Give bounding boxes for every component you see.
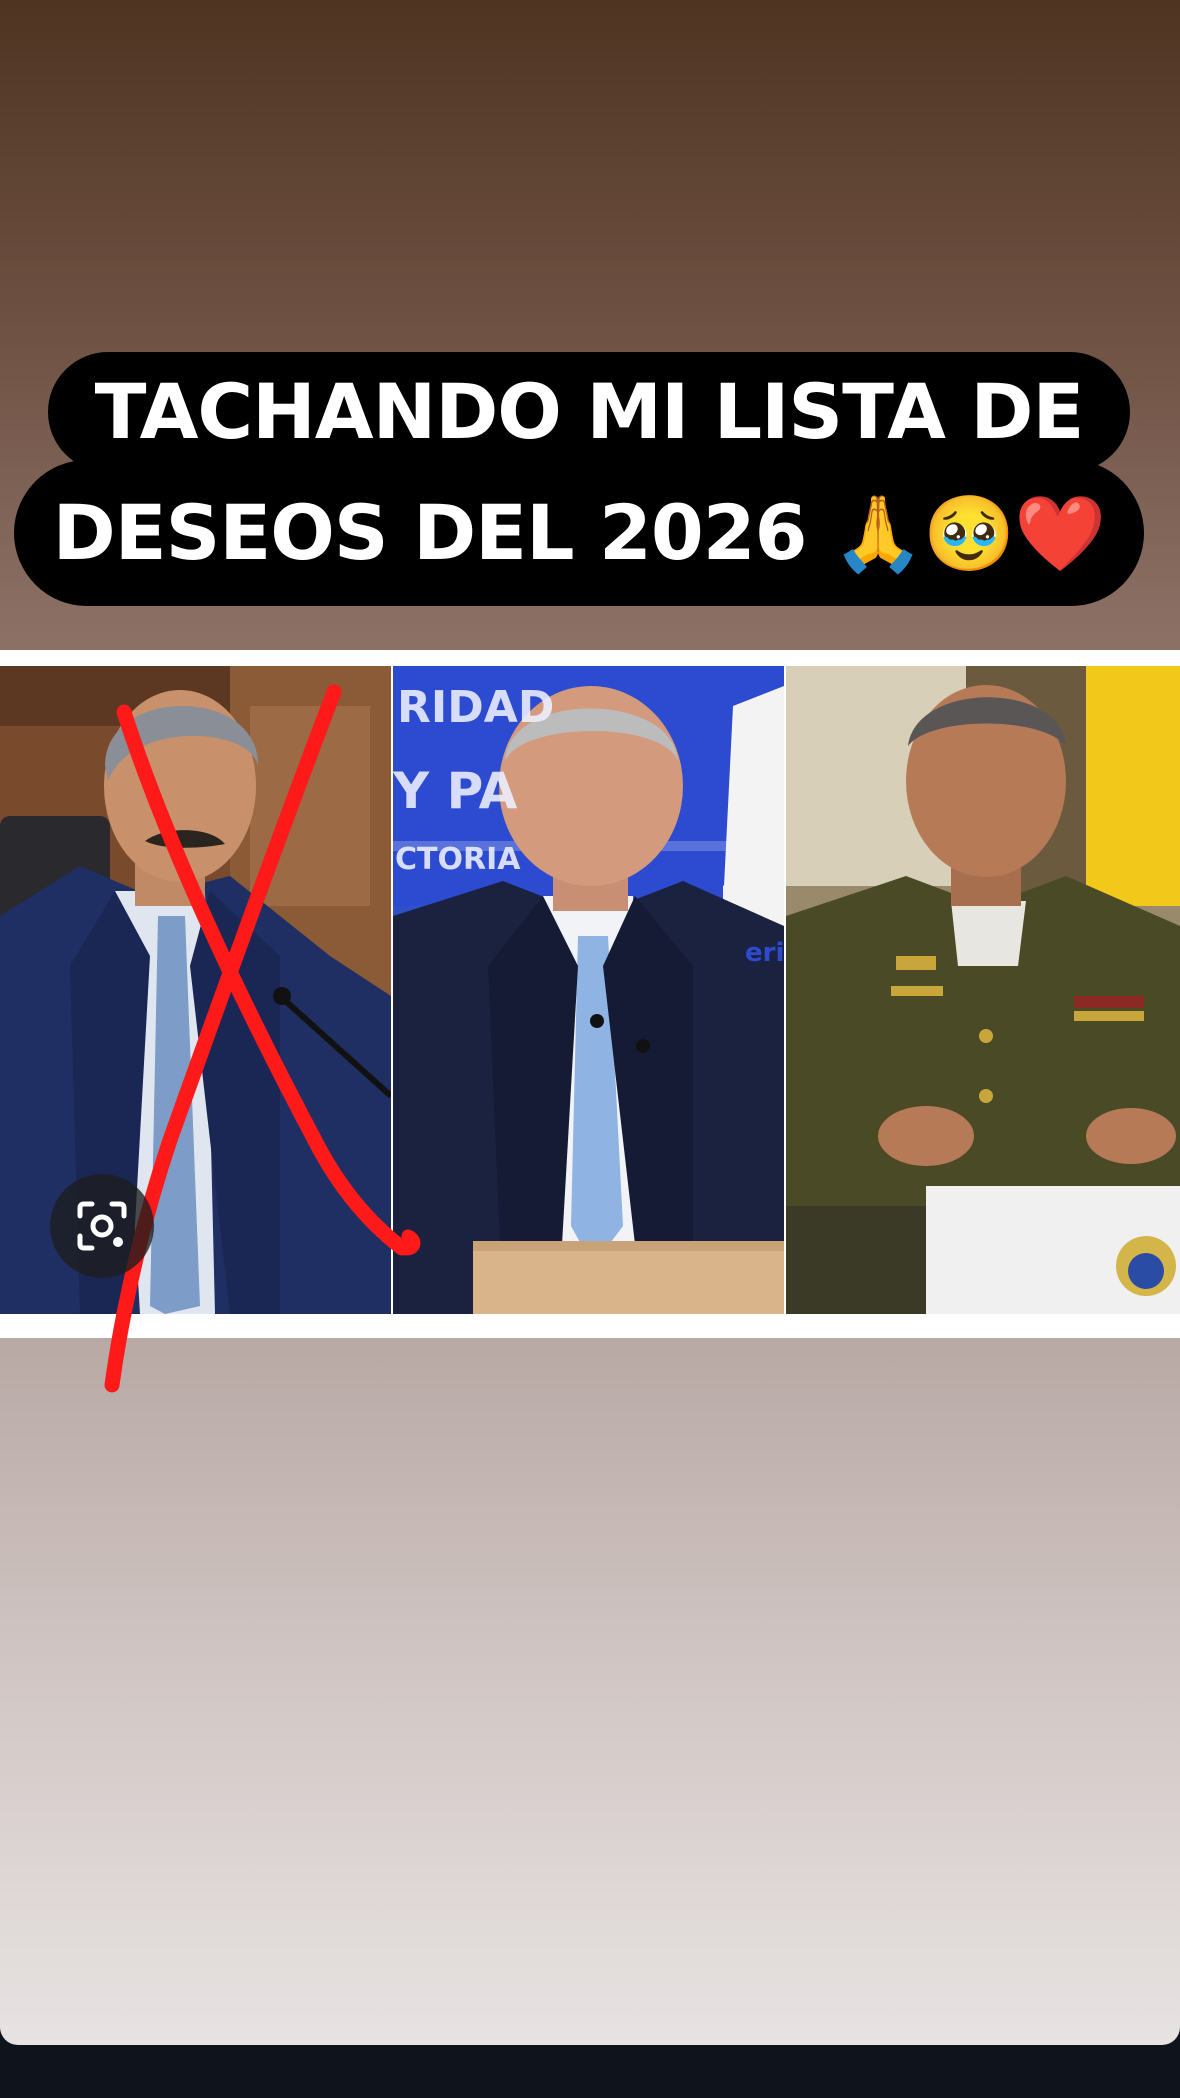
lens-camera-icon bbox=[77, 1201, 127, 1251]
story-canvas: TACHANDO MI LISTA DE DESEOS DEL 2026 🙏🥹❤… bbox=[0, 0, 1180, 2045]
photo-collage: RIDAD Y PA CTORIA eri bbox=[0, 650, 1180, 1338]
caption-line-1: TACHANDO MI LISTA DE bbox=[48, 352, 1130, 472]
bottom-navigation-bar bbox=[0, 2045, 1180, 2098]
photo-panel-2: RIDAD Y PA CTORIA eri bbox=[393, 666, 784, 1314]
caption-line-1-text: TACHANDO MI LISTA DE bbox=[94, 367, 1085, 456]
background-text-3: CTORIA bbox=[395, 842, 521, 877]
background-text-1: RIDAD bbox=[397, 682, 555, 733]
photo-panel-3 bbox=[786, 666, 1180, 1314]
caption-line-2-text: DESEOS DEL 2026 bbox=[52, 488, 832, 577]
caption-emojis: 🙏🥹❤️ bbox=[831, 491, 1106, 577]
background-text-2: Y PA bbox=[393, 762, 518, 820]
background-text-4: eri bbox=[745, 938, 784, 968]
caption-line-2: DESEOS DEL 2026 🙏🥹❤️ bbox=[14, 460, 1144, 606]
lens-search-button[interactable] bbox=[50, 1174, 154, 1278]
